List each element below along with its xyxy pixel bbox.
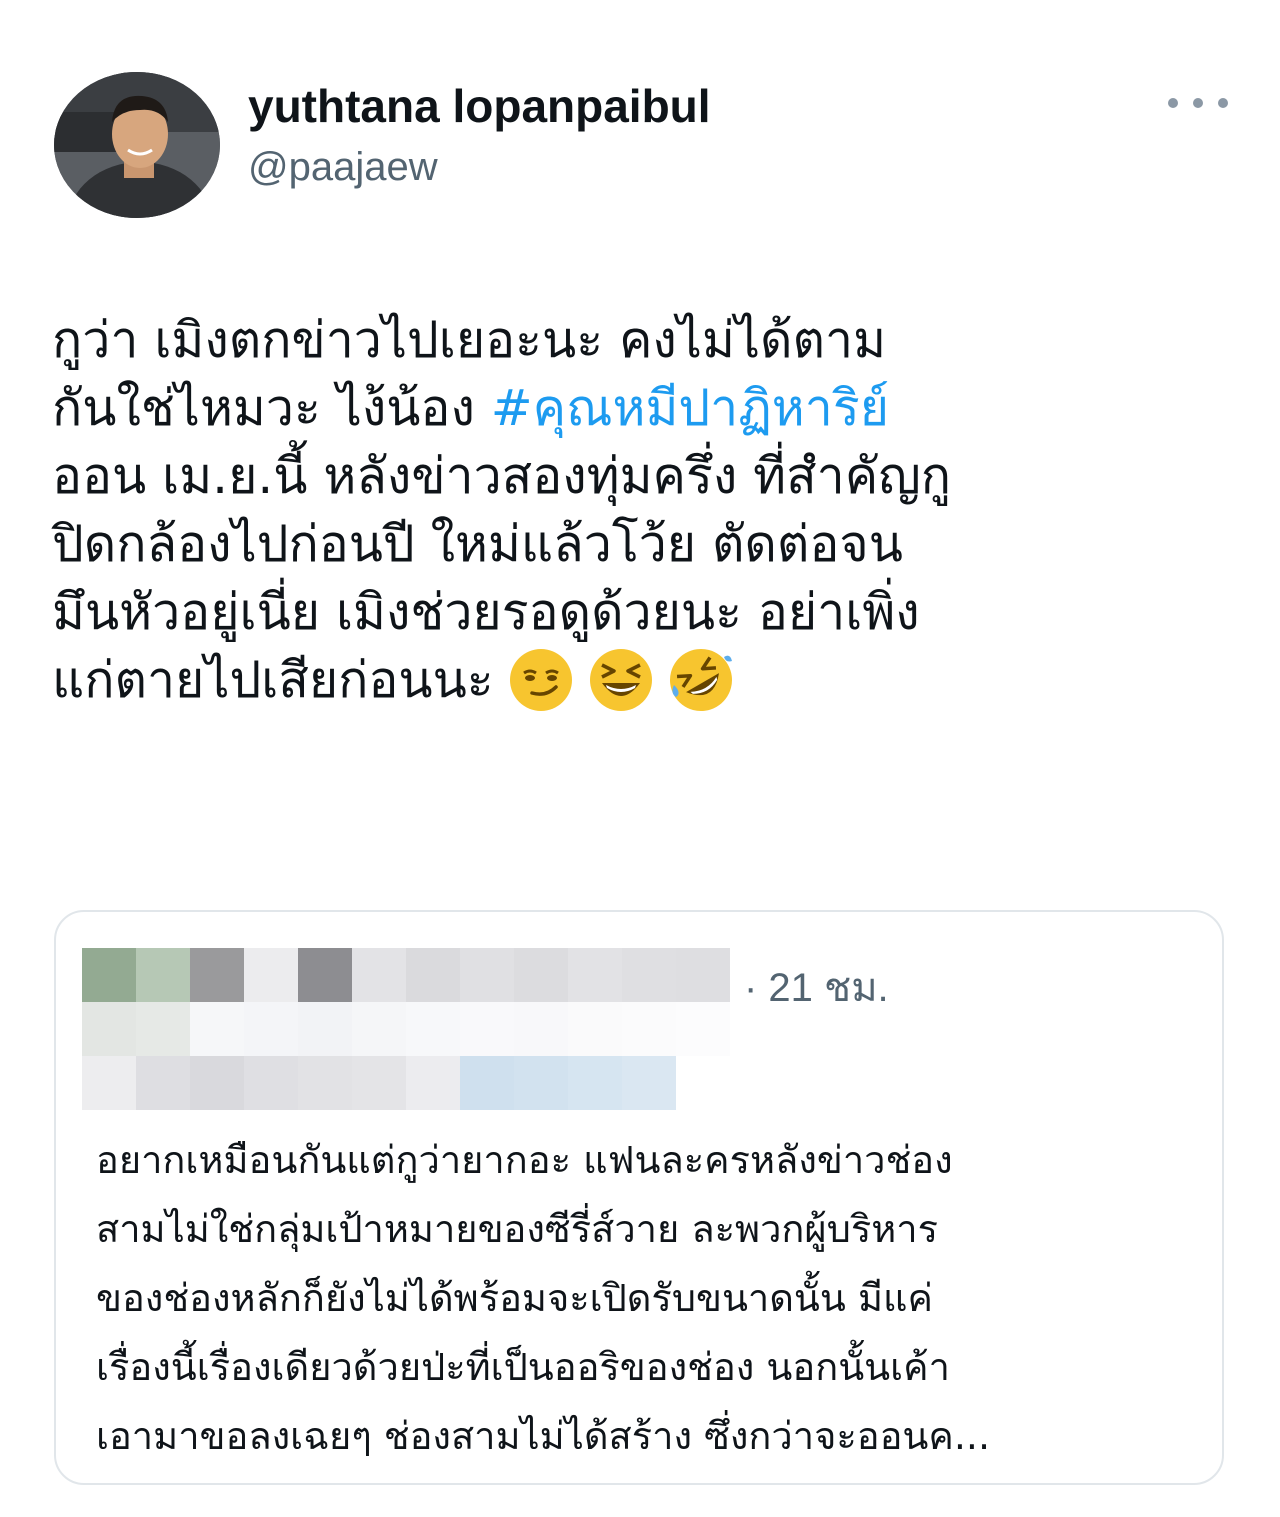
blurred-author-name: [82, 948, 730, 1002]
rolling-on-floor-laughing-emoji-icon: [669, 648, 732, 711]
grinning-squinting-face-emoji-icon: [589, 648, 652, 711]
smirking-face-emoji-icon: [509, 648, 572, 711]
tweet-text-line: กันใช่ไหมวะ ไง้น้อง #คุณหมีปาฏิหาริย์: [52, 374, 1252, 442]
quote-text-line: ของช่องหลักก็ยังไม่ได้พร้อมจะเปิดรับขนาด…: [96, 1276, 933, 1320]
author-handle[interactable]: @paajaew: [248, 142, 438, 192]
quote-text-line: สามไม่ใช่กลุ่มเป้าหมายของซีรี่ส์วาย ละพว…: [96, 1207, 939, 1251]
quote-text-line: เรื่องนี้เรื่องเดียวด้วยป่ะที่เป็นออริขอ…: [96, 1345, 950, 1389]
tweet-text-line: ออน เม.ย.นี้ หลังข่าวสองทุ่มครึ่ง ที่สำค…: [52, 447, 952, 505]
emoji-group: [508, 647, 734, 713]
author-name[interactable]: yuthtana lopanpaibul: [248, 78, 711, 134]
more-options-icon[interactable]: [1168, 88, 1228, 118]
quote-timestamp[interactable]: · 21 ชม.: [744, 964, 889, 1012]
blurred-reply-context: [82, 1056, 676, 1110]
tweet-text-segment: กันใช่ไหมวะ ไง้น้อง: [52, 379, 491, 437]
tweet-text-line: มึนหัวอยู่เนี่ย เมิงช่วยรอดูด้วยนะ อย่าเ…: [52, 583, 920, 641]
tweet-text-segment: แก่ตายไปเสียก่อนนะ: [52, 651, 494, 709]
hashtag-link[interactable]: #คุณหมีปาฏิหาริย์: [491, 379, 889, 437]
more-dot: [1193, 98, 1203, 108]
quote-text-line: เอามาขอลงเฉยๆ ช่องสามไม่ได้สร้าง ซึ่งกว่…: [96, 1414, 991, 1458]
quote-text: อยากเหมือนกันแต่กูว่ายากอะ แฟนละครหลังข่…: [96, 1126, 1206, 1471]
tweet-text-line: กูว่า เมิงตกข่าวไปเยอะนะ คงไม่ได้ตาม: [52, 311, 887, 369]
more-dot: [1218, 98, 1228, 108]
tweet-text-line: ปิดกล้องไปก่อนปี ใหม่แล้วโว้ย ตัดต่อจน: [52, 515, 903, 573]
more-dot: [1168, 98, 1178, 108]
blurred-handle: [82, 1002, 730, 1056]
avatar[interactable]: [54, 72, 220, 218]
tweet-text-line: แก่ตายไปเสียก่อนนะ: [52, 646, 1252, 714]
tweet[interactable]: yuthtana lopanpaibul @paajaew กูว่า เมิง…: [0, 0, 1280, 1517]
quote-text-line: อยากเหมือนกันแต่กูว่ายากอะ แฟนละครหลังข่…: [96, 1138, 953, 1182]
tweet-text: กูว่า เมิงตกข่าวไปเยอะนะ คงไม่ได้ตาม กัน…: [52, 306, 1252, 714]
